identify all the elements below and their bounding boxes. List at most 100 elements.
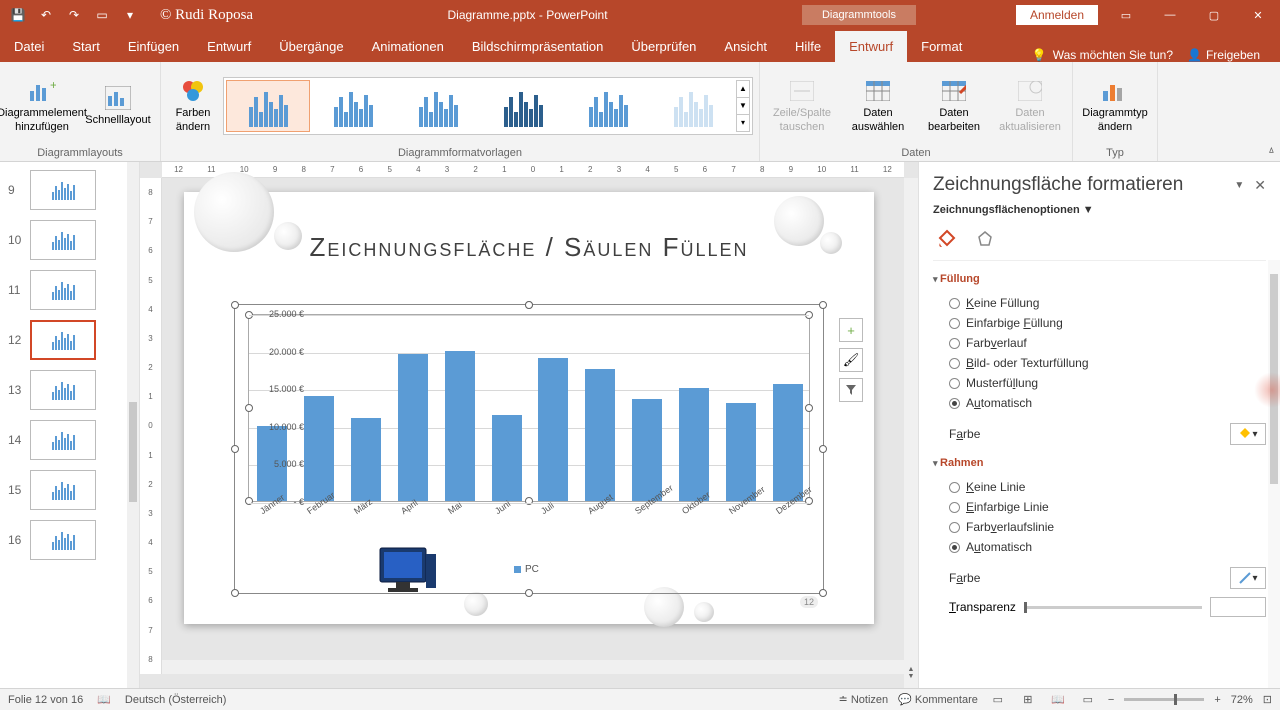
chart-filter-button[interactable] bbox=[839, 378, 863, 402]
slide-counter[interactable]: Folie 12 von 16 bbox=[8, 694, 83, 706]
chart-bar[interactable] bbox=[538, 358, 568, 501]
start-show-icon[interactable]: ▭ bbox=[92, 5, 112, 25]
tab-ueberpruefen[interactable]: Überprüfen bbox=[617, 31, 710, 62]
zoom-slider[interactable] bbox=[1124, 698, 1204, 701]
tab-entwurf[interactable]: Entwurf bbox=[193, 31, 265, 62]
tab-uebergaenge[interactable]: Übergänge bbox=[265, 31, 357, 62]
chart-style-1[interactable] bbox=[226, 80, 310, 132]
chart-style-4[interactable] bbox=[481, 80, 565, 132]
collapse-ribbon-icon[interactable]: ㅿ bbox=[1267, 142, 1276, 157]
thumbnail-9[interactable]: 9 bbox=[0, 168, 139, 218]
undo-icon[interactable]: ↶ bbox=[36, 5, 56, 25]
transparency-slider[interactable] bbox=[1024, 606, 1202, 609]
slideshow-view-icon[interactable]: ▭ bbox=[1078, 692, 1098, 708]
prev-slide-icon[interactable]: ▲ bbox=[908, 666, 915, 673]
chart-bar[interactable] bbox=[679, 388, 709, 501]
fill-picture-radio[interactable]: Bild- oder Texturfüllung bbox=[949, 353, 1266, 373]
transparency-input[interactable] bbox=[1210, 597, 1266, 617]
select-data-button[interactable]: Daten auswählen bbox=[842, 70, 914, 142]
zoom-in-icon[interactable]: + bbox=[1214, 694, 1220, 706]
line-color-button[interactable]: ▾ bbox=[1230, 567, 1266, 589]
chart-style-2[interactable] bbox=[311, 80, 395, 132]
qat-more-icon[interactable]: ▾ bbox=[120, 5, 140, 25]
chart-brush-button[interactable]: 🖌 bbox=[839, 348, 863, 372]
add-chart-element-button[interactable]: + Diagrammelement hinzufügen bbox=[6, 70, 78, 142]
tab-bildschirm[interactable]: Bildschirmpräsentation bbox=[458, 31, 618, 62]
chart-bar[interactable] bbox=[351, 418, 381, 501]
slide[interactable]: Zeichnungsfläche / Säulen Füllen - €5.00… bbox=[184, 192, 874, 624]
tab-ansicht[interactable]: Ansicht bbox=[710, 31, 781, 62]
plot-area[interactable] bbox=[248, 314, 810, 502]
redo-icon[interactable]: ↷ bbox=[64, 5, 84, 25]
tab-chart-entwurf[interactable]: Entwurf bbox=[835, 31, 907, 62]
zoom-level[interactable]: 72% bbox=[1231, 694, 1253, 706]
chart-style-6[interactable] bbox=[651, 80, 735, 132]
fill-color-button[interactable]: ▾ bbox=[1230, 423, 1266, 445]
thumbs-scrollbar[interactable] bbox=[127, 162, 139, 688]
zoom-out-icon[interactable]: − bbox=[1108, 694, 1114, 706]
tab-datei[interactable]: Datei bbox=[0, 31, 58, 62]
tell-me-box[interactable]: 💡 Was möchten Sie tun? bbox=[1032, 48, 1173, 62]
line-solid-radio[interactable]: Einfarbige Linie bbox=[949, 497, 1266, 517]
thumbnail-15[interactable]: 15 bbox=[0, 468, 139, 518]
chart-plus-button[interactable]: + bbox=[839, 318, 863, 342]
fill-solid-radio[interactable]: Einfarbige Füllung bbox=[949, 313, 1266, 333]
canvas-vscrollbar[interactable] bbox=[904, 178, 918, 658]
pane-scrollbar[interactable] bbox=[1268, 260, 1280, 688]
thumbnail-16[interactable]: 16 bbox=[0, 518, 139, 568]
normal-view-icon[interactable]: ▭ bbox=[988, 692, 1008, 708]
line-gradient-radio[interactable]: Farbverlaufslinie bbox=[949, 517, 1266, 537]
border-section-header[interactable]: Rahmen bbox=[933, 457, 1266, 469]
change-chart-type-button[interactable]: Diagrammtyp ändern bbox=[1079, 70, 1151, 142]
maximize-icon[interactable]: ▢ bbox=[1192, 0, 1236, 30]
pane-options-dropdown[interactable]: Zeichnungsflächenoptionen ▼ bbox=[933, 204, 1094, 216]
gallery-more-icon[interactable]: ▾ bbox=[737, 115, 749, 131]
chart-style-5[interactable] bbox=[566, 80, 650, 132]
chart-bar[interactable] bbox=[773, 384, 803, 501]
save-icon[interactable]: 💾 bbox=[8, 5, 28, 25]
tab-chart-format[interactable]: Format bbox=[907, 31, 976, 62]
thumbnail-11[interactable]: 11 bbox=[0, 268, 139, 318]
chart-bar[interactable] bbox=[585, 369, 615, 501]
gallery-down-icon[interactable]: ▼ bbox=[737, 98, 749, 115]
fill-none-radio[interactable]: Keine Füllung bbox=[949, 293, 1266, 313]
notes-button[interactable]: ≐ Notizen bbox=[839, 693, 889, 706]
close-icon[interactable]: ✕ bbox=[1236, 0, 1280, 30]
reading-view-icon[interactable]: 📖 bbox=[1048, 692, 1068, 708]
canvas-hscrollbar[interactable] bbox=[162, 660, 904, 674]
thumbnail-10[interactable]: 10 bbox=[0, 218, 139, 268]
fill-line-tab-icon[interactable] bbox=[933, 226, 961, 254]
pane-menu-icon[interactable]: ▼ bbox=[1234, 180, 1244, 191]
language-label[interactable]: Deutsch (Österreich) bbox=[125, 694, 226, 706]
effects-tab-icon[interactable] bbox=[971, 226, 999, 254]
thumbnail-12[interactable]: 12 bbox=[0, 318, 139, 368]
chart-bar[interactable] bbox=[398, 354, 428, 501]
chart-bar[interactable] bbox=[492, 415, 522, 501]
tab-einfuegen[interactable]: Einfügen bbox=[114, 31, 193, 62]
chart-style-3[interactable] bbox=[396, 80, 480, 132]
change-colors-button[interactable]: Farben ändern bbox=[167, 70, 219, 142]
spellcheck-icon[interactable]: 📖 bbox=[97, 693, 111, 706]
tab-hilfe[interactable]: Hilfe bbox=[781, 31, 835, 62]
thumbnail-13[interactable]: 13 bbox=[0, 368, 139, 418]
edit-data-button[interactable]: Daten bearbeiten bbox=[918, 70, 990, 142]
line-none-radio[interactable]: Keine Linie bbox=[949, 477, 1266, 497]
quick-layout-button[interactable]: Schnelllayout bbox=[82, 70, 154, 142]
thumbnail-14[interactable]: 14 bbox=[0, 418, 139, 468]
fill-auto-radio[interactable]: Automatisch bbox=[949, 393, 1266, 413]
next-slide-icon[interactable]: ▼ bbox=[908, 673, 915, 680]
ribbon-options-icon[interactable]: ▭ bbox=[1104, 0, 1148, 30]
chart-bar[interactable] bbox=[304, 396, 334, 501]
minimize-icon[interactable]: — bbox=[1148, 0, 1192, 30]
chart-bar[interactable] bbox=[726, 403, 756, 501]
sorter-view-icon[interactable]: ⊞ bbox=[1018, 692, 1038, 708]
close-pane-icon[interactable]: ✕ bbox=[1254, 177, 1266, 194]
chart-bar[interactable] bbox=[632, 399, 662, 501]
chart-bar[interactable] bbox=[445, 351, 475, 501]
fill-gradient-radio[interactable]: Farbverlauf bbox=[949, 333, 1266, 353]
fill-pattern-radio[interactable]: Musterfüllung bbox=[949, 373, 1266, 393]
signin-button[interactable]: Anmelden bbox=[1016, 5, 1098, 25]
gallery-up-icon[interactable]: ▲ bbox=[737, 81, 749, 98]
comments-button[interactable]: 💬 Kommentare bbox=[898, 693, 978, 706]
tab-animationen[interactable]: Animationen bbox=[358, 31, 458, 62]
